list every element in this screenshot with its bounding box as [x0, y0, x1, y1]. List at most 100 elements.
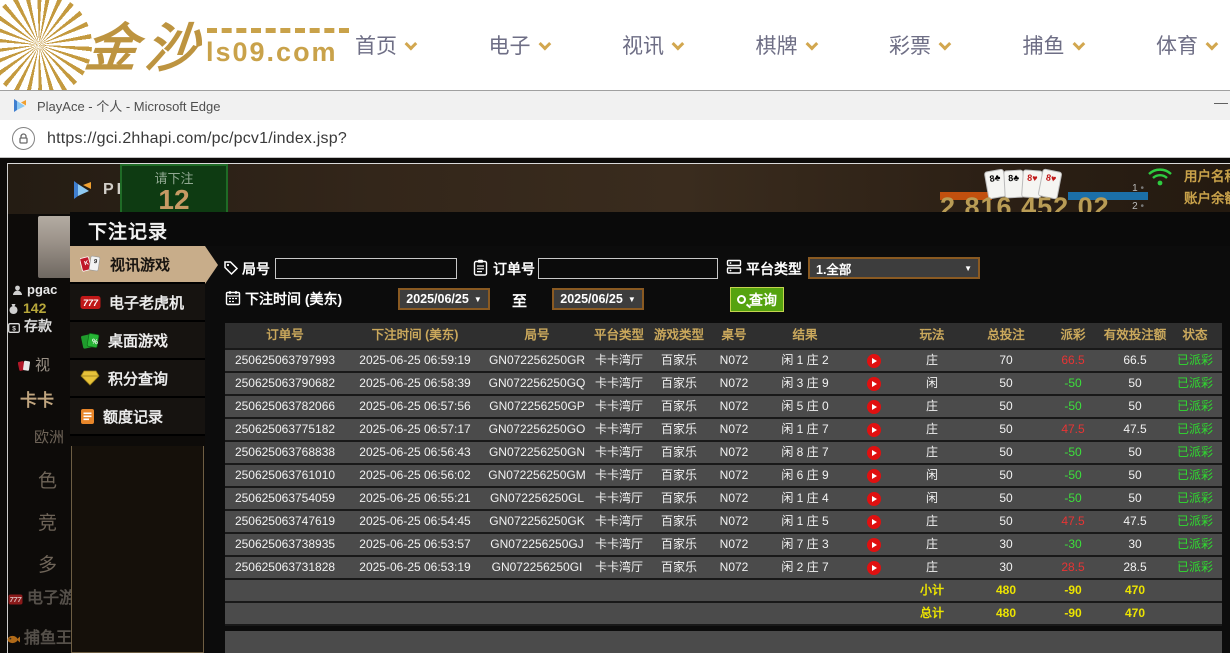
panel-header: 下注记录 [70, 212, 1230, 246]
play-icon[interactable] [867, 469, 881, 483]
cell-result: 闲 1 庄 4 [759, 488, 851, 509]
nav-item-live[interactable]: 视讯 [622, 30, 681, 60]
table-row[interactable]: 250625063768838 2025-06-25 06:56:43 GN07… [225, 442, 1222, 465]
play-icon[interactable] [867, 492, 881, 506]
cell-order-id: 250625063790682 [225, 373, 345, 394]
sidebar-item-table-games[interactable]: % 桌面游戏 [70, 322, 205, 360]
cell-valid-bet: 50 [1102, 396, 1168, 417]
play-icon[interactable] [867, 538, 881, 552]
cell-play: 庄 [896, 419, 968, 440]
nav-item-lottery[interactable]: 彩票 [889, 30, 948, 60]
table-row[interactable]: 250625063738935 2025-06-25 06:53:57 GN07… [225, 534, 1222, 557]
cell-payout: -50 [1044, 442, 1102, 463]
cell-order-id: 250625063754059 [225, 488, 345, 509]
table-body: 250625063797993 2025-06-25 06:59:19 GN07… [225, 350, 1222, 580]
cell-status: 已派彩 [1168, 350, 1222, 371]
sidebar-item-credit-records[interactable]: 额度记录 [70, 398, 205, 436]
nav-item-home[interactable]: 首页 [355, 30, 414, 60]
play-icon[interactable] [867, 377, 881, 391]
table-row[interactable]: 250625063782066 2025-06-25 06:57:56 GN07… [225, 396, 1222, 419]
col-total-bet: 总投注 [968, 323, 1044, 348]
table-row[interactable]: 250625063731828 2025-06-25 06:53:19 GN07… [225, 557, 1222, 580]
cell-bet-time: 2025-06-25 06:58:39 [345, 373, 485, 394]
col-status: 状态 [1168, 323, 1222, 348]
tag-icon [223, 260, 239, 276]
table-row[interactable]: 250625063775182 2025-06-25 06:57:17 GN07… [225, 419, 1222, 442]
cell-valid-bet: 28.5 [1102, 557, 1168, 578]
window-title: PlayAce - 个人 - Microsoft Edge [37, 96, 221, 115]
search-button[interactable]: 查询 [730, 287, 784, 312]
nav-item-fishing[interactable]: 捕鱼 [1023, 30, 1082, 60]
account-balance-label: 账户余额: [1184, 188, 1230, 210]
play-icon[interactable] [867, 423, 881, 437]
minimize-button[interactable]: — [1214, 94, 1228, 110]
sun-logo-icon [0, 0, 92, 90]
table-row[interactable]: 250625063790682 2025-06-25 06:58:39 GN07… [225, 373, 1222, 396]
svg-text:777: 777 [83, 298, 99, 308]
col-replay [851, 323, 896, 348]
cell-result: 闲 6 庄 9 [759, 465, 851, 486]
cell-order-id: 250625063768838 [225, 442, 345, 463]
nav-item-sports[interactable]: 体育 [1156, 30, 1215, 60]
chevron-down-icon [672, 37, 685, 50]
lock-icon[interactable] [12, 127, 35, 150]
edge-urlbar[interactable]: https://gci.2hhapi.com/pc/pcv1/index.jsp… [0, 120, 1230, 158]
bet-timer: 请下注 12 [120, 164, 228, 216]
play-icon[interactable] [867, 446, 881, 460]
play-icon[interactable] [867, 354, 881, 368]
nav-item-chess[interactable]: 棋牌 [756, 30, 815, 60]
date-to-picker[interactable]: 2025/06/25 ▼ [552, 288, 644, 310]
order-input[interactable] [538, 258, 718, 279]
cell-table-no: N072 [709, 350, 759, 371]
edge-titlebar: PlayAce - 个人 - Microsoft Edge — [0, 90, 1230, 120]
europe-fragment: 欧洲 [34, 426, 64, 447]
platform-select[interactable]: 1.全部 ▼ [808, 257, 980, 279]
play-icon[interactable] [867, 515, 881, 529]
cell-play: 庄 [896, 534, 968, 555]
logo-domain: ls09.com [206, 37, 338, 68]
nav-item-electronic[interactable]: 电子 [489, 30, 548, 60]
cell-bet-time: 2025-06-25 06:55:21 [345, 488, 485, 509]
total-label: 总计 [896, 603, 968, 624]
cell-platform: 卡卡湾厅 [589, 373, 649, 394]
window-edge-left [7, 163, 8, 653]
cell-platform: 卡卡湾厅 [589, 442, 649, 463]
cell-replay [851, 557, 896, 578]
cell-order-id: 250625063731828 [225, 557, 345, 578]
jing-fragment: 竞 [38, 508, 57, 535]
screen: 金沙 ls09.com 首页 电子 视讯 棋牌 彩票 捕鱼 体育 PlayAce… [0, 0, 1230, 653]
platform-icon [726, 259, 742, 275]
cell-valid-bet: 50 [1102, 488, 1168, 509]
document-icon [80, 408, 95, 425]
cell-play: 闲 [896, 373, 968, 394]
cell-round-id: GN072256250GO [485, 419, 589, 440]
dropdown-arrow-icon: ▼ [964, 264, 972, 273]
play-icon[interactable] [867, 561, 881, 575]
table-row[interactable]: 250625063747619 2025-06-25 06:54:45 GN07… [225, 511, 1222, 534]
table-row[interactable]: 250625063754059 2025-06-25 06:55:21 GN07… [225, 488, 1222, 511]
cell-table-no: N072 [709, 488, 759, 509]
cell-replay [851, 465, 896, 486]
cell-result: 闲 5 庄 0 [759, 396, 851, 417]
round-input[interactable] [275, 258, 457, 279]
date-from-picker[interactable]: 2025/06/25 ▼ [398, 288, 490, 310]
timer-value: 12 [122, 187, 226, 213]
table-row[interactable]: 250625063761010 2025-06-25 06:56:02 GN07… [225, 465, 1222, 488]
search-icon [737, 295, 746, 304]
play-icon[interactable] [867, 400, 881, 414]
sidebar-empty-area [71, 446, 204, 653]
cell-bet-time: 2025-06-25 06:53:19 [345, 557, 485, 578]
sidebar-item-slots[interactable]: 777 电子老虎机 [70, 284, 205, 322]
user-name-label: 用户名称: [1184, 166, 1230, 188]
cell-platform: 卡卡湾厅 [589, 350, 649, 371]
chevron-down-icon [538, 37, 551, 50]
url-text[interactable]: https://gci.2hhapi.com/pc/pcv1/index.jsp… [47, 130, 347, 148]
order-label: 订单号 [493, 259, 535, 279]
table-row[interactable]: 250625063797993 2025-06-25 06:59:19 GN07… [225, 350, 1222, 373]
sidebar-item-points[interactable]: 积分查询 [70, 360, 205, 398]
main-nav: 首页 电子 视讯 棋牌 彩票 捕鱼 体育 [355, 0, 1215, 90]
sidebar-item-live-games[interactable]: K9 视讯游戏 [70, 246, 205, 284]
seat-numbers: 1 • 2 • [1130, 180, 1144, 216]
cell-bet-time: 2025-06-25 06:56:43 [345, 442, 485, 463]
logo-chinese[interactable]: 金沙 [82, 6, 210, 81]
